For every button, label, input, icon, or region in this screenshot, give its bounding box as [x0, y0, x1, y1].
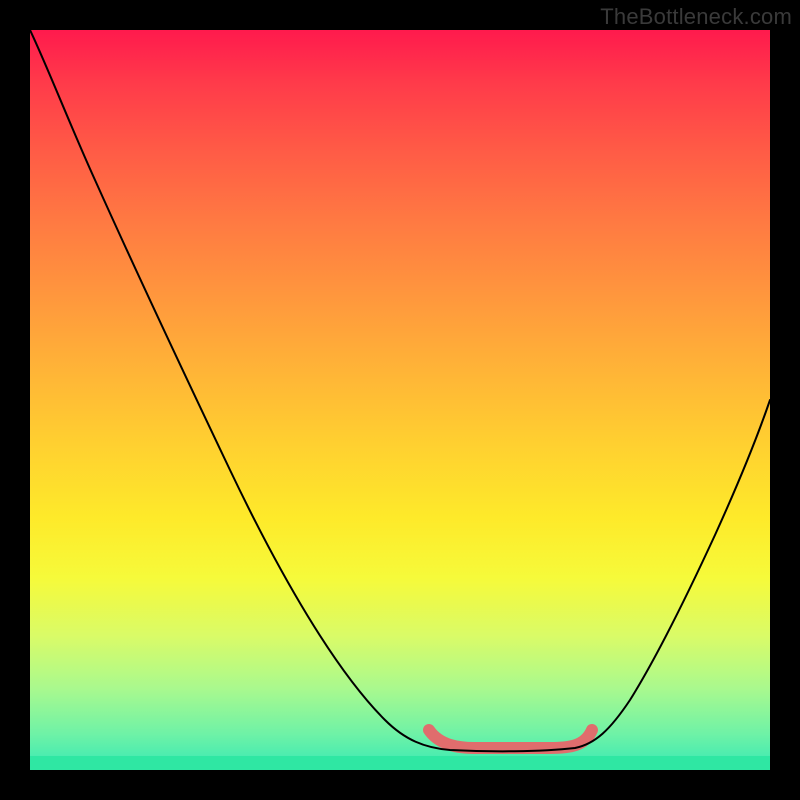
chart-frame: TheBottleneck.com	[0, 0, 800, 800]
bottleneck-curve	[30, 30, 770, 751]
optimal-zone-highlight	[429, 730, 592, 748]
curve-svg	[30, 30, 770, 770]
watermark-text: TheBottleneck.com	[600, 4, 792, 30]
plot-area	[30, 30, 770, 770]
